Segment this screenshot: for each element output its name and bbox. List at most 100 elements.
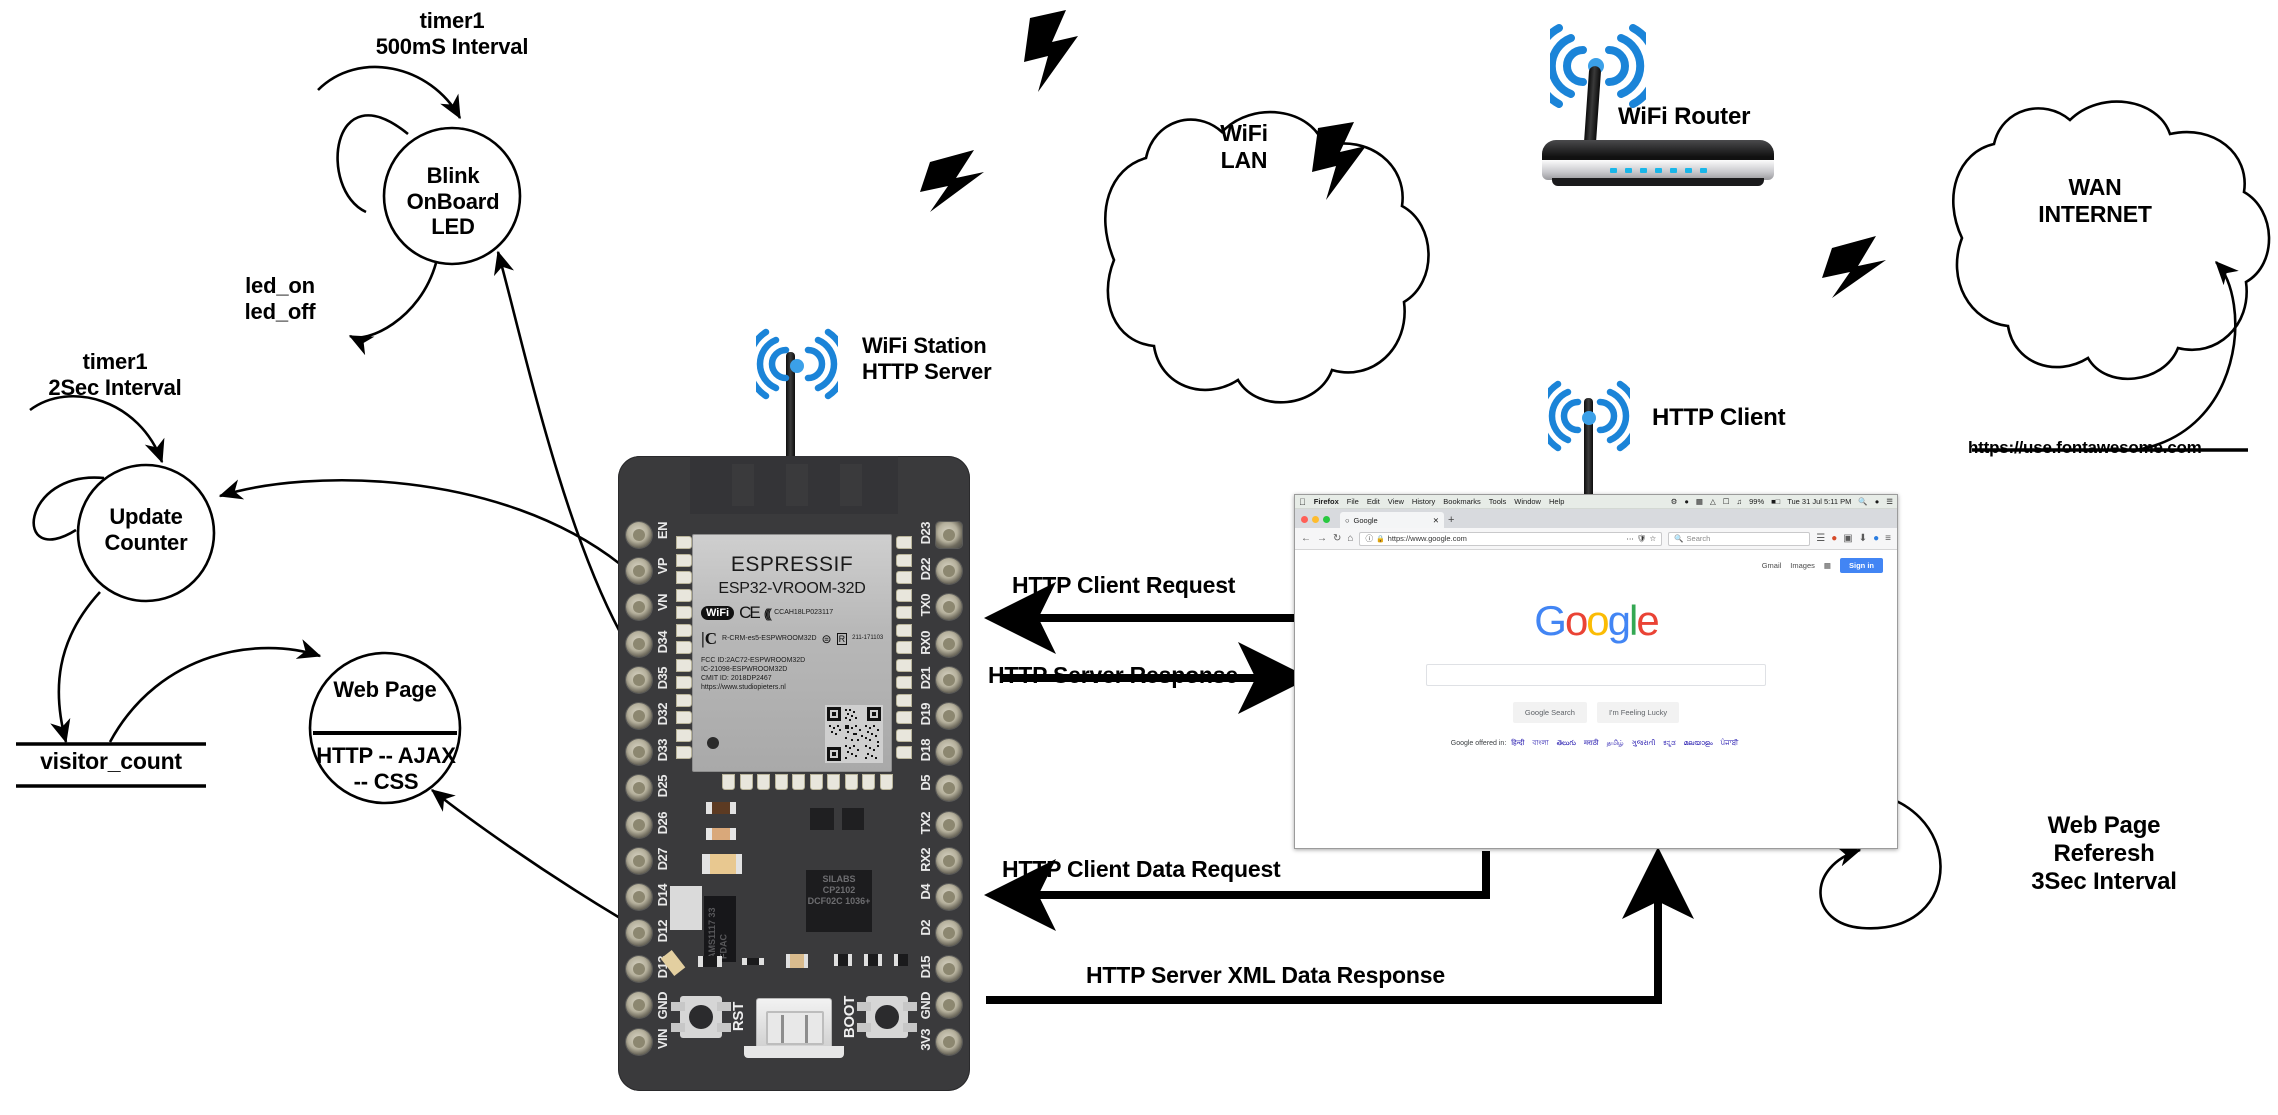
notification-center-icon[interactable]: ☰ <box>1886 497 1893 506</box>
lang-link[interactable]: മലയാളം <box>1684 740 1713 747</box>
menu-item-edit[interactable]: Edit <box>1367 497 1380 506</box>
shield-icon[interactable]: 🛡 <box>1637 534 1647 543</box>
sign-in-button[interactable]: Sign in <box>1840 558 1883 573</box>
menu-item-window[interactable]: Window <box>1514 497 1541 506</box>
home-icon[interactable]: ⌂ <box>1347 533 1353 544</box>
menu-hamburger-icon[interactable]: ≡ <box>1885 533 1891 544</box>
browser-window[interactable]:  Firefox File Edit View History Bookmar… <box>1294 494 1898 849</box>
module-pads-bottom <box>722 774 897 790</box>
module-pads-right <box>896 536 912 764</box>
lang-link[interactable]: मराठी <box>1584 740 1599 747</box>
volume-icon[interactable]: ♫ <box>1736 497 1742 506</box>
maximize-window-button[interactable] <box>1323 516 1330 523</box>
pin-pad: VP <box>626 558 670 585</box>
new-tab-button[interactable]: + <box>1448 514 1454 528</box>
lang-link[interactable]: ગુજરાતી <box>1632 740 1656 747</box>
google-search-input[interactable] <box>1426 664 1766 686</box>
minimize-window-button[interactable] <box>1312 516 1319 523</box>
menu-item-firefox[interactable]: Firefox <box>1314 497 1339 506</box>
forward-icon[interactable]: → <box>1317 533 1327 544</box>
boot-button-label: BOOT <box>841 996 858 1039</box>
gmail-link[interactable]: Gmail <box>1762 561 1782 570</box>
google-buttons[interactable]: Google Search I'm Feeling Lucky <box>1295 702 1897 723</box>
node-label-blink-led: Blink OnBoard LED <box>406 163 500 240</box>
menu-item-file[interactable]: File <box>1347 497 1359 506</box>
pin-pad: D15 <box>918 956 962 983</box>
clock: Tue 31 Jul 5:11 PM <box>1787 497 1852 506</box>
account-icon[interactable]: ● <box>1873 533 1879 544</box>
boot-button[interactable] <box>857 996 917 1038</box>
google-language-offerings: Google offered in: हिन्दी বাংলা తెలుగు म… <box>1295 737 1897 749</box>
rf-waves-icon: (((( <box>763 605 773 621</box>
extension-icon[interactable]: ● <box>1831 533 1837 544</box>
firefox-tab-bar[interactable]: ○ Google ✕ + <box>1295 509 1897 528</box>
lang-link[interactable]: தமிழ் <box>1607 740 1624 747</box>
pin-pad: D12 <box>626 920 670 947</box>
node-label-wan-internet: WAN INTERNET <box>2038 174 2152 227</box>
window-traffic-lights[interactable] <box>1301 516 1336 528</box>
bookmark-star-icon[interactable]: ☆ <box>1649 534 1656 543</box>
pin-pad: D23 <box>918 522 962 548</box>
rst-button[interactable] <box>671 996 731 1038</box>
label-http-client: HTTP Client <box>1652 404 1786 431</box>
pin-pad: TX2 <box>918 811 962 838</box>
menu-item-history[interactable]: History <box>1412 497 1435 506</box>
menu-item-tools[interactable]: Tools <box>1489 497 1507 506</box>
google-search-button[interactable]: Google Search <box>1512 702 1587 723</box>
module-test-pad <box>707 737 719 749</box>
downloads-icon[interactable]: ⬇ <box>1859 533 1867 544</box>
close-tab-icon[interactable]: ✕ <box>1433 516 1439 525</box>
label-led-on-off: led_on led_off <box>244 273 316 324</box>
google-homepage: Gmail Images ▦ Sign in Google Google Sea… <box>1295 550 1897 848</box>
pin-pad: RX2 <box>918 847 962 874</box>
lang-link[interactable]: हिन्दी <box>1511 740 1524 747</box>
page-actions-icon[interactable]: ⋯ <box>1626 534 1634 543</box>
menu-item-help[interactable]: Help <box>1549 497 1564 506</box>
feeling-lucky-button[interactable]: I'm Feeling Lucky <box>1596 702 1680 723</box>
wifi-icon[interactable]: △ <box>1710 497 1716 506</box>
close-window-button[interactable] <box>1301 516 1308 523</box>
langs-prefix: Google offered in: <box>1450 740 1507 747</box>
menu-item-bookmarks[interactable]: Bookmarks <box>1443 497 1481 506</box>
browser-nav-bar[interactable]: ← → ↻ ⌂ ⓘ 🔒 https://www.google.com ⋯ 🛡 ☆… <box>1295 528 1897 550</box>
reload-icon[interactable]: ↻ <box>1333 533 1341 544</box>
browser-tab[interactable]: ○ Google ✕ <box>1340 512 1444 528</box>
apple-logo-icon:  <box>1299 497 1306 507</box>
module-cert-row: WiFi CE (((( CCAH18LP023117 <box>701 603 891 623</box>
node-wan-internet-cloud <box>1952 100 2271 381</box>
tray-icon[interactable]: ● <box>1684 497 1689 506</box>
smd-resistor <box>706 802 736 814</box>
wifi-logo-badge: WiFi <box>701 606 735 620</box>
google-apps-icon[interactable]: ▦ <box>1824 561 1831 570</box>
page-info-icon[interactable]: ⓘ <box>1365 533 1373 544</box>
smd-part <box>834 954 852 966</box>
wifi-signal-icon-station <box>756 328 838 400</box>
fcc-line-2: IC-21098-ESPWROOM32D <box>701 666 788 674</box>
pin-pad: 3V3 <box>918 1028 962 1055</box>
menu-item-view[interactable]: View <box>1388 497 1404 506</box>
back-icon[interactable]: ← <box>1301 533 1311 544</box>
sidebar-icon[interactable]: ▣ <box>1843 533 1852 544</box>
library-icon[interactable]: ☰ <box>1816 533 1825 544</box>
images-link[interactable]: Images <box>1790 561 1815 570</box>
module-brand: ESPRESSIF <box>730 553 854 576</box>
google-top-bar[interactable]: Gmail Images ▦ Sign in <box>1295 550 1897 573</box>
display-icon[interactable]: ☐ <box>1723 497 1730 506</box>
lang-link[interactable]: বাংলা <box>1532 740 1548 747</box>
micro-usb-port <box>756 998 832 1052</box>
address-bar[interactable]: ⓘ 🔒 https://www.google.com ⋯ 🛡 ☆ <box>1359 531 1663 546</box>
lang-link[interactable]: తెలుగు <box>1557 740 1576 747</box>
pin-pad: D2 <box>918 920 962 947</box>
lang-link[interactable]: ਪੰਜਾਬੀ <box>1721 740 1739 747</box>
label-timer1-2sec: timer1 2Sec Interval <box>48 349 182 400</box>
lang-link[interactable]: ಕನ್ನಡ <box>1663 740 1675 747</box>
dropbox-icon[interactable]: ⚙ <box>1671 497 1678 506</box>
search-bar[interactable]: 🔍 Search <box>1668 531 1811 546</box>
screen-icon[interactable]: ▦ <box>1696 497 1703 506</box>
spotlight-search-icon[interactable]: 🔍 <box>1858 497 1867 506</box>
macos-menu-bar[interactable]:  Firefox File Edit View History Bookmar… <box>1295 495 1897 509</box>
ce-mark-icon: CE <box>739 603 761 622</box>
pin-pad: D14 <box>626 883 670 910</box>
smd-inductor <box>702 854 742 874</box>
siri-icon[interactable]: ● <box>1875 497 1880 506</box>
